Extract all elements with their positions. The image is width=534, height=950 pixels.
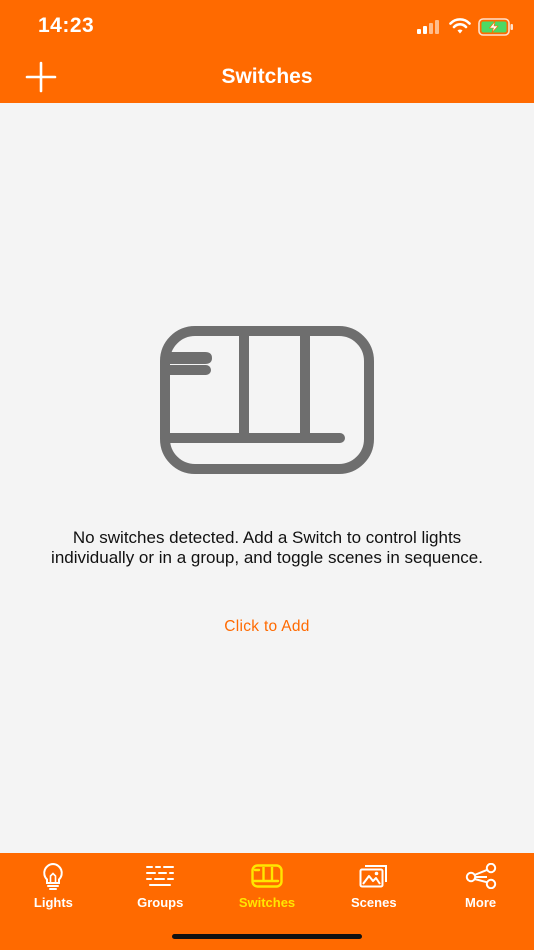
click-to-add-link[interactable]: Click to Add (0, 618, 534, 636)
page-title: Switches (221, 65, 313, 88)
switch-icon (160, 326, 374, 479)
status-time: 14:23 (38, 14, 95, 37)
tab-label: Switches (238, 895, 296, 910)
tab-label: Groups (137, 895, 184, 910)
battery-charging-icon (478, 18, 514, 41)
status-bar: 14:23 (0, 0, 534, 54)
scenes-icon (359, 862, 389, 890)
home-indicator (172, 934, 362, 939)
groups-icon (146, 862, 175, 890)
tab-more[interactable]: More (427, 853, 534, 921)
header: 14:23 Switches (0, 0, 534, 103)
bulb-icon (41, 862, 65, 890)
tab-scenes[interactable]: Scenes (320, 853, 427, 921)
tab-label: Lights (33, 895, 73, 910)
switch-icon (251, 862, 283, 890)
tab-lights[interactable]: Lights (0, 853, 107, 921)
signal-icon (417, 20, 441, 39)
tab-switches[interactable]: Switches (214, 853, 321, 921)
tab-label: More (465, 895, 497, 910)
wifi-icon (449, 17, 471, 40)
tab-groups[interactable]: Groups (107, 853, 214, 921)
share-icon (465, 862, 497, 890)
empty-state-message: No switches detected. Add a Switch to co… (51, 528, 483, 567)
nav-bar: Switches (0, 54, 534, 103)
tab-label: Scenes (351, 895, 397, 910)
